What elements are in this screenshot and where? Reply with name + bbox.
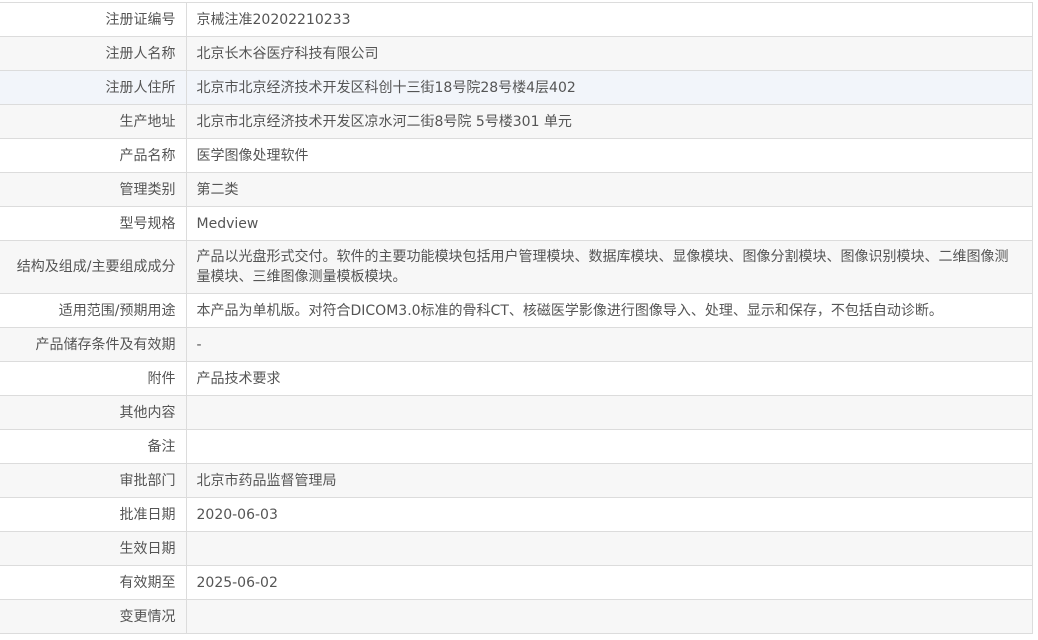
table-row: 产品储存条件及有效期 - (0, 328, 1033, 362)
row-label: 注册人住所 (0, 71, 186, 105)
row-label: 生效日期 (0, 532, 186, 566)
registration-detail-page: 注册证编号 京械注准20202210233 注册人名称 北京长木谷医疗科技有限公… (0, 0, 1038, 640)
row-value: 本产品为单机版。对符合DICOM3.0标准的骨科CT、核磁医学影像进行图像导入、… (186, 294, 1033, 328)
table-row: 批准日期 2020-06-03 (0, 498, 1033, 532)
row-value (186, 396, 1033, 430)
table-row: 其他内容 (0, 396, 1033, 430)
row-value: 产品技术要求 (186, 362, 1033, 396)
row-value: 北京长木谷医疗科技有限公司 (186, 37, 1033, 71)
registration-table-body: 注册证编号 京械注准20202210233 注册人名称 北京长木谷医疗科技有限公… (0, 3, 1033, 634)
row-label: 附件 (0, 362, 186, 396)
table-row: 生效日期 (0, 532, 1033, 566)
row-label: 批准日期 (0, 498, 186, 532)
row-value (186, 600, 1033, 634)
row-label: 有效期至 (0, 566, 186, 600)
table-row: 生产地址 北京市北京经济技术开发区凉水河二街8号院 5号楼301 单元 (0, 105, 1033, 139)
row-value: 2020-06-03 (186, 498, 1033, 532)
row-value: 2025-06-02 (186, 566, 1033, 600)
table-row: 型号规格 Medview (0, 207, 1033, 241)
table-row: 注册人住所 北京市北京经济技术开发区科创十三街18号院28号楼4层402 (0, 71, 1033, 105)
row-label: 注册人名称 (0, 37, 186, 71)
table-row: 注册人名称 北京长木谷医疗科技有限公司 (0, 37, 1033, 71)
table-row: 有效期至 2025-06-02 (0, 566, 1033, 600)
table-row: 注册证编号 京械注准20202210233 (0, 3, 1033, 37)
row-value: 第二类 (186, 173, 1033, 207)
row-label: 适用范围/预期用途 (0, 294, 186, 328)
table-row: 产品名称 医学图像处理软件 (0, 139, 1033, 173)
table-row: 管理类别 第二类 (0, 173, 1033, 207)
row-value: Medview (186, 207, 1033, 241)
table-row: 适用范围/预期用途 本产品为单机版。对符合DICOM3.0标准的骨科CT、核磁医… (0, 294, 1033, 328)
row-label: 其他内容 (0, 396, 186, 430)
row-value (186, 430, 1033, 464)
row-value: 北京市药品监督管理局 (186, 464, 1033, 498)
table-row: 结构及组成/主要组成成分 产品以光盘形式交付。软件的主要功能模块包括用户管理模块… (0, 241, 1033, 294)
row-label: 备注 (0, 430, 186, 464)
row-value: - (186, 328, 1033, 362)
row-value: 医学图像处理软件 (186, 139, 1033, 173)
row-label: 注册证编号 (0, 3, 186, 37)
row-label: 型号规格 (0, 207, 186, 241)
row-value (186, 532, 1033, 566)
row-label: 生产地址 (0, 105, 186, 139)
row-label: 产品名称 (0, 139, 186, 173)
table-row: 备注 (0, 430, 1033, 464)
row-label: 结构及组成/主要组成成分 (0, 241, 186, 294)
table-row: 附件 产品技术要求 (0, 362, 1033, 396)
row-value: 北京市北京经济技术开发区凉水河二街8号院 5号楼301 单元 (186, 105, 1033, 139)
row-label: 产品储存条件及有效期 (0, 328, 186, 362)
row-value: 产品以光盘形式交付。软件的主要功能模块包括用户管理模块、数据库模块、显像模块、图… (186, 241, 1033, 294)
row-label: 变更情况 (0, 600, 186, 634)
registration-table: 注册证编号 京械注准20202210233 注册人名称 北京长木谷医疗科技有限公… (0, 2, 1033, 634)
row-label: 审批部门 (0, 464, 186, 498)
row-label: 管理类别 (0, 173, 186, 207)
table-row: 审批部门 北京市药品监督管理局 (0, 464, 1033, 498)
row-value: 北京市北京经济技术开发区科创十三街18号院28号楼4层402 (186, 71, 1033, 105)
row-value: 京械注准20202210233 (186, 3, 1033, 37)
table-row: 变更情况 (0, 600, 1033, 634)
